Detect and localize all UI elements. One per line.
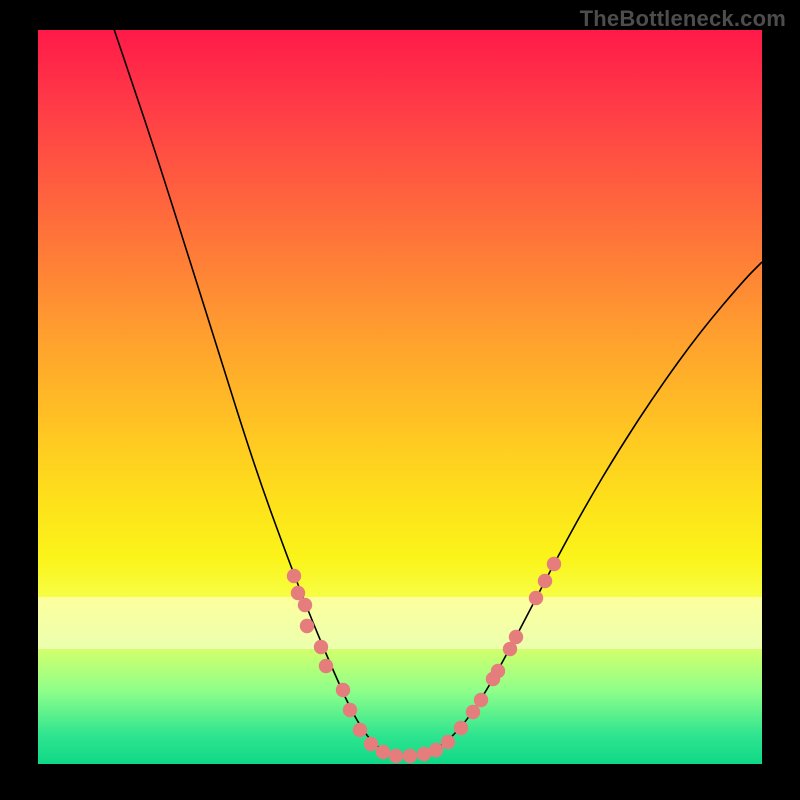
sample-dot — [474, 693, 488, 707]
chart-frame: TheBottleneck.com — [0, 0, 800, 800]
sample-dot — [319, 659, 333, 673]
sample-dot — [336, 683, 350, 697]
sample-dot — [343, 703, 357, 717]
sample-dot — [298, 598, 312, 612]
sample-dot — [287, 569, 301, 583]
sample-dot — [314, 640, 328, 654]
sample-dot — [466, 705, 480, 719]
sample-dot — [509, 630, 523, 644]
watermark-text: TheBottleneck.com — [580, 6, 786, 32]
sample-dot — [538, 574, 552, 588]
sample-dot — [454, 721, 468, 735]
sample-dot — [403, 749, 417, 763]
sample-dot — [364, 737, 378, 751]
curve-svg — [38, 30, 762, 764]
plot-area — [38, 30, 762, 764]
sample-dots — [287, 557, 561, 763]
sample-dot — [291, 586, 305, 600]
sample-dot — [429, 743, 443, 757]
bottleneck-curve — [104, 0, 762, 756]
sample-dot — [529, 591, 543, 605]
sample-dot — [491, 664, 505, 678]
sample-dot — [376, 745, 390, 759]
sample-dot — [353, 723, 367, 737]
sample-dot — [547, 557, 561, 571]
sample-dot — [441, 735, 455, 749]
sample-dot — [300, 619, 314, 633]
sample-dot — [389, 749, 403, 763]
